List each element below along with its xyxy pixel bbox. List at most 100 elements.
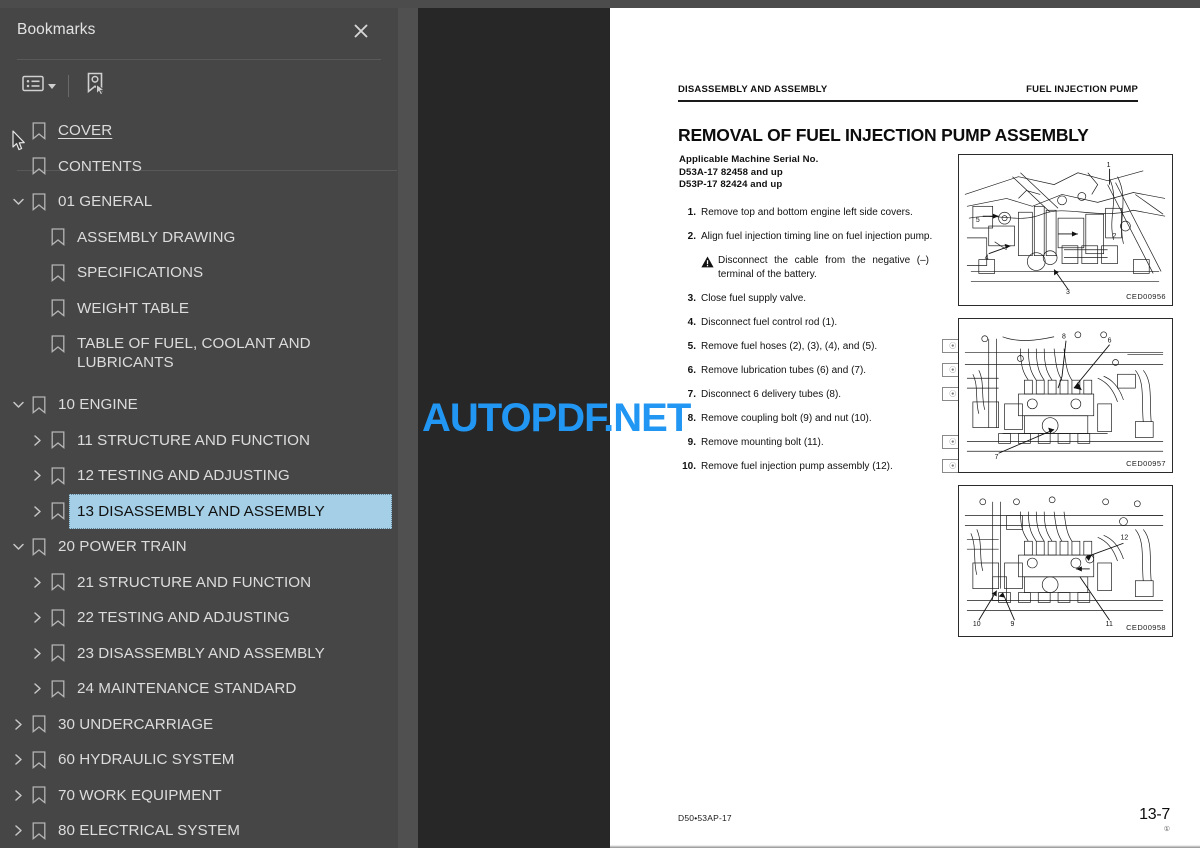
bookmark-icon bbox=[47, 636, 69, 672]
bookmark-item-80-electrical-system[interactable]: 80 ELECTRICAL SYSTEM bbox=[0, 813, 398, 848]
bookmark-icon bbox=[47, 326, 69, 362]
bookmarks-panel-title: Bookmarks bbox=[17, 21, 96, 38]
chevron-right-icon[interactable] bbox=[8, 778, 28, 814]
bookmark-item-12-testing-and-adjusting[interactable]: 12 TESTING AND ADJUSTING bbox=[0, 458, 398, 494]
procedure-step: 5. Remove fuel hoses (2), (3), (4), and (… bbox=[678, 339, 969, 354]
step-text: Remove fuel injection pump assembly (12)… bbox=[701, 461, 893, 472]
svg-text:11: 11 bbox=[1106, 621, 1113, 628]
procedure-step: 1. Remove top and bottom engine left side… bbox=[678, 206, 936, 220]
procedure-step: 8. Remove coupling bolt (9) and nut (10). bbox=[678, 412, 936, 426]
sidebar-splitter[interactable] bbox=[398, 8, 812, 848]
chevron-right-icon[interactable] bbox=[8, 707, 28, 743]
chevron-right-icon[interactable] bbox=[27, 600, 47, 636]
procedure-step: 6. Remove lubrication tubes (6) and (7). ⦿… bbox=[678, 363, 969, 378]
bookmark-icon bbox=[28, 742, 50, 778]
chevron-right-icon[interactable] bbox=[27, 565, 47, 601]
bookmark-item-specifications[interactable]: SPECIFICATIONS bbox=[0, 255, 398, 291]
bookmark-item-23-disassembly-and-assembly[interactable]: 23 DISASSEMBLY AND ASSEMBLY bbox=[0, 636, 398, 672]
procedure-step: 10. Remove fuel injection pump assembly (… bbox=[678, 459, 969, 474]
serial-line-1: D53A-17 82458 and up bbox=[679, 166, 783, 178]
chevron-right-icon[interactable] bbox=[27, 671, 47, 707]
applicable-serial-block: Applicable Machine Serial No. D53A-17 82… bbox=[679, 154, 818, 192]
bookmark-item-label: 10 ENGINE bbox=[58, 396, 138, 413]
bookmark-item-label: 24 MAINTENANCE STANDARD bbox=[77, 680, 297, 697]
bookmark-item-label: 21 STRUCTURE AND FUNCTION bbox=[77, 573, 312, 591]
window-top-chrome bbox=[0, 0, 1200, 8]
bookmark-item-label: TABLE OF FUEL, COOLANT AND LUBRICANTS bbox=[77, 335, 315, 371]
bookmark-item-10-engine[interactable]: 10 ENGINE bbox=[0, 387, 398, 423]
bookmark-item-label: 01 GENERAL bbox=[58, 193, 153, 210]
page-revision-mark: ① bbox=[1163, 826, 1170, 833]
chevron-right-icon[interactable] bbox=[27, 636, 47, 672]
bookmark-item-21-structure-and-function[interactable]: 21 STRUCTURE AND FUNCTION bbox=[0, 565, 398, 601]
bookmark-tree[interactable]: COVER CONTENTS 01 GENERAL ASSEMBLY DRAWING S… bbox=[0, 113, 398, 848]
page-running-head: DISASSEMBLY AND ASSEMBLY FUEL INJECTION … bbox=[678, 84, 1138, 95]
find-current-bookmark-button[interactable] bbox=[79, 71, 113, 101]
bookmark-icon bbox=[47, 671, 69, 707]
bookmark-icon bbox=[28, 149, 50, 185]
bookmark-item-60-hydraulic-system[interactable]: 60 HYDRAULIC SYSTEM bbox=[0, 742, 398, 778]
running-head-left: DISASSEMBLY AND ASSEMBLY bbox=[678, 84, 828, 95]
pdf-viewer-window: Bookmarks COVER CONTENTS 01 GENERAL ASSE… bbox=[0, 0, 1200, 848]
bookmark-item-13-disassembly-and-assembly[interactable]: 13 DISASSEMBLY AND ASSEMBLY bbox=[0, 493, 398, 530]
bookmark-icon bbox=[28, 184, 50, 220]
svg-text:4: 4 bbox=[985, 255, 989, 262]
bookmark-icon bbox=[47, 565, 69, 601]
svg-text:5: 5 bbox=[976, 217, 980, 224]
running-head-right: FUEL INJECTION PUMP bbox=[1026, 84, 1138, 95]
bookmark-item-22-testing-and-adjusting[interactable]: 22 TESTING AND ADJUSTING bbox=[0, 600, 398, 636]
procedure-step: 9.Remove mounting bolt (11).⦿4 bbox=[678, 435, 969, 450]
bookmark-icon bbox=[28, 707, 50, 743]
bookmark-item-contents[interactable]: CONTENTS bbox=[0, 149, 398, 185]
bookmark-item-20-power-train[interactable]: 20 POWER TRAIN bbox=[0, 529, 398, 565]
warning-text: Disconnect the cable from the negative (… bbox=[718, 255, 929, 280]
chevron-right-icon[interactable] bbox=[8, 813, 28, 848]
bookmark-item-label: 11 STRUCTURE AND FUNCTION bbox=[77, 431, 311, 449]
step-number: 5. bbox=[687, 341, 696, 352]
procedure-steps-list: 1. Remove top and bottom engine left side… bbox=[678, 206, 969, 484]
bookmark-item-11-structure-and-function[interactable]: 11 STRUCTURE AND FUNCTION bbox=[0, 423, 398, 459]
chevron-right-icon[interactable] bbox=[8, 742, 28, 778]
bookmark-item-label: SPECIFICATIONS bbox=[77, 264, 204, 281]
figure-2-code: CED00957 bbox=[1126, 459, 1166, 468]
bookmark-item-label: 60 HYDRAULIC SYSTEM bbox=[58, 751, 235, 768]
chevron-down-icon[interactable] bbox=[8, 387, 28, 423]
chevron-right-icon[interactable] bbox=[27, 458, 47, 494]
chevron-right-icon[interactable] bbox=[27, 423, 47, 459]
procedure-step: 3. Close fuel supply valve. bbox=[678, 292, 936, 306]
chevron-down-icon[interactable] bbox=[8, 184, 28, 220]
bookmark-item-70-work-equipment[interactable]: 70 WORK EQUIPMENT bbox=[0, 778, 398, 814]
bookmark-item-label: 20 POWER TRAIN bbox=[58, 538, 187, 555]
svg-text:7: 7 bbox=[995, 454, 999, 461]
figure-3: 12 10 9 11 CED00958 bbox=[958, 485, 1173, 637]
bookmark-icon bbox=[28, 387, 50, 423]
step-text: Remove fuel hoses (2), (3), (4), and (5)… bbox=[701, 341, 878, 352]
bookmark-icon bbox=[47, 291, 69, 327]
bookmark-item-label: 23 DISASSEMBLY AND ASSEMBLY bbox=[77, 644, 325, 662]
procedure-step: 7.Disconnect 6 delivery tubes (8).⦿3 bbox=[678, 387, 969, 402]
bookmark-item-label: 30 UNDERCARRIAGE bbox=[58, 715, 214, 733]
bookmark-item-table-of-fuel-coolant-and-lubricants[interactable]: TABLE OF FUEL, COOLANT AND LUBRICANTS bbox=[0, 326, 398, 387]
page-title: REMOVAL OF FUEL INJECTION PUMP ASSEMBLY bbox=[678, 125, 1089, 145]
document-viewer[interactable]: DISASSEMBLY AND ASSEMBLY FUEL INJECTION … bbox=[418, 8, 1200, 848]
chevron-right-icon[interactable] bbox=[27, 494, 47, 530]
bookmark-pointer-icon bbox=[85, 72, 107, 101]
bookmark-item-assembly-drawing[interactable]: ASSEMBLY DRAWING bbox=[0, 220, 398, 256]
bookmark-item-24-maintenance-standard[interactable]: 24 MAINTENANCE STANDARD bbox=[0, 671, 398, 707]
bookmark-icon bbox=[47, 423, 69, 459]
close-icon[interactable] bbox=[348, 18, 374, 44]
bookmark-item-30-undercarriage[interactable]: 30 UNDERCARRIAGE bbox=[0, 707, 398, 743]
bookmark-icon bbox=[28, 813, 50, 848]
svg-text:1: 1 bbox=[1107, 162, 1111, 169]
tool-symbol-icon: ⦿ bbox=[949, 390, 957, 398]
tool-symbol-icon: ⦿ bbox=[949, 462, 957, 470]
chevron-down-icon[interactable] bbox=[8, 529, 28, 565]
bookmark-item-weight-table[interactable]: WEIGHT TABLE bbox=[0, 291, 398, 327]
tool-symbol-icon: ⦿ bbox=[949, 438, 957, 446]
bookmark-item-cover[interactable]: COVER bbox=[0, 113, 398, 149]
step-number: 10. bbox=[682, 461, 696, 472]
bookmark-item-01-general[interactable]: 01 GENERAL bbox=[0, 184, 398, 220]
toolbar-divider bbox=[68, 75, 69, 97]
step-text: Remove lubrication tubes (6) and (7). bbox=[701, 365, 867, 376]
bookmark-options-button[interactable] bbox=[16, 71, 62, 101]
